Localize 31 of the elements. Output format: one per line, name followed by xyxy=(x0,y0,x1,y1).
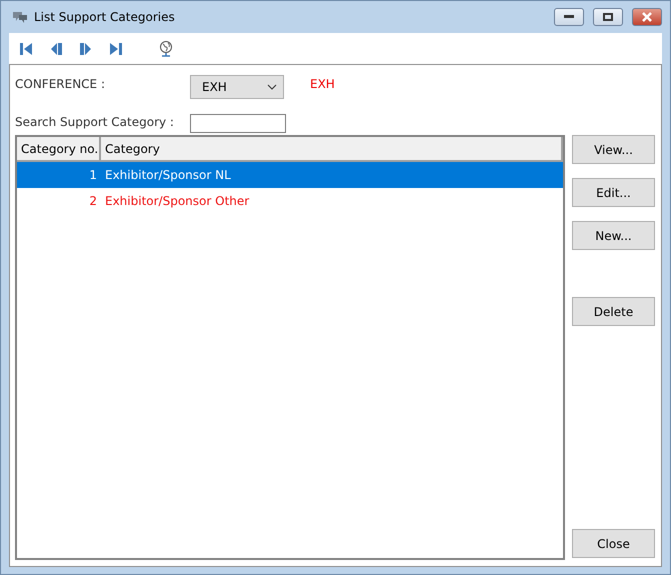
action-button[interactable]: Close xyxy=(572,529,655,558)
minimize-button[interactable] xyxy=(554,8,584,26)
close-button[interactable] xyxy=(632,8,662,26)
next-icon[interactable] xyxy=(79,42,93,56)
column-header[interactable]: Category xyxy=(101,137,563,160)
conference-label: CONFERENCE : xyxy=(15,77,106,91)
action-button[interactable]: View... xyxy=(572,135,655,164)
action-button[interactable]: Edit... xyxy=(572,178,655,207)
close-icon xyxy=(642,12,652,22)
minimize-icon xyxy=(564,15,574,19)
maximize-icon xyxy=(603,13,613,21)
conference-dropdown[interactable]: EXH xyxy=(190,75,284,99)
column-header[interactable]: Category no. xyxy=(17,137,101,160)
last-icon[interactable] xyxy=(109,42,123,56)
maximize-button[interactable] xyxy=(593,8,623,26)
search-field[interactable] xyxy=(190,114,286,132)
window-title: List Support Categories xyxy=(34,10,176,24)
conference-code: EXH xyxy=(310,77,335,91)
action-button[interactable]: Delete xyxy=(572,297,655,326)
search-label: Search Support Category : xyxy=(15,115,175,129)
globe-icon[interactable] xyxy=(159,40,173,56)
list-row[interactable]: 1 Exhibitor/Sponsor NL xyxy=(17,162,563,188)
previous-icon[interactable] xyxy=(49,42,63,56)
category-name: Exhibitor/Sponsor NL xyxy=(104,168,231,182)
first-icon[interactable] xyxy=(19,42,33,56)
category-number: 1 xyxy=(88,168,98,182)
action-button[interactable]: New... xyxy=(572,221,655,250)
category-name: Exhibitor/Sponsor Other xyxy=(104,194,250,208)
chevron-down-icon xyxy=(267,84,277,90)
category-number: 2 xyxy=(88,194,98,208)
app-icon xyxy=(12,10,28,24)
